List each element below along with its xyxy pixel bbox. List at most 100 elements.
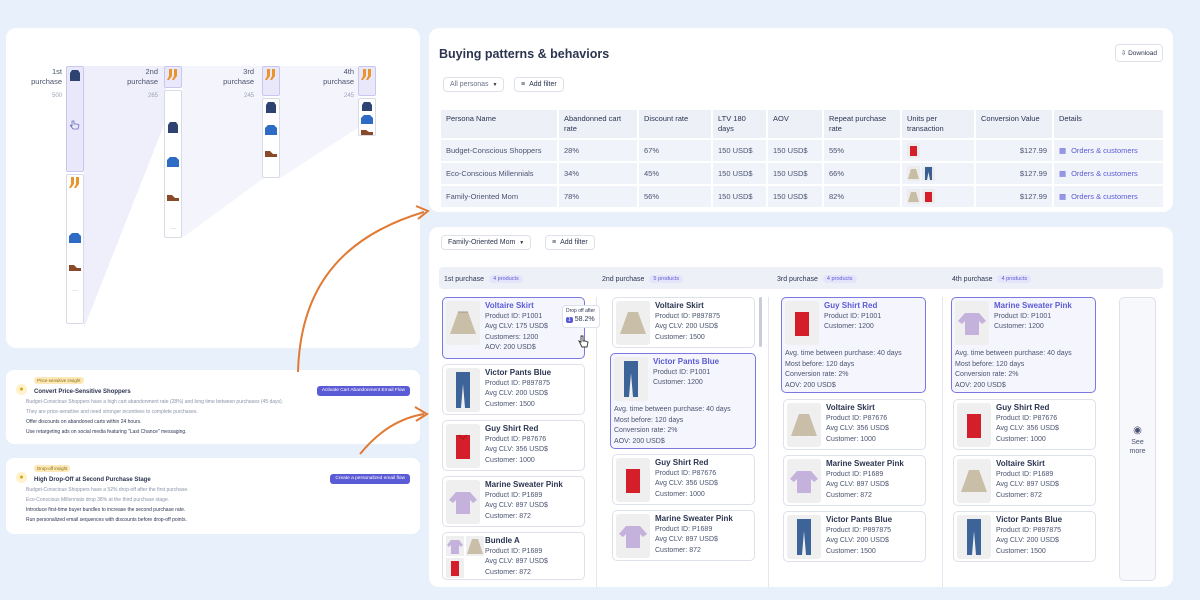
column-title: 4th purchase	[952, 275, 993, 283]
cell-discount: 67%	[639, 140, 711, 161]
cell-abandon: 78%	[559, 186, 637, 207]
product-id: Product ID: P1001	[824, 312, 882, 320]
product-name: Victor Pants Blue	[485, 368, 552, 377]
cell-abandon: 34%	[559, 163, 637, 184]
cell-repeat: 82%	[824, 186, 900, 207]
cell-aov: 150 USD$	[768, 140, 822, 161]
cell-details[interactable]: ▦ Orders & customers	[1054, 186, 1163, 207]
sweater-image	[616, 514, 650, 558]
product-card-guy-shirt-selected[interactable]: Guy Shirt Red Product ID: P1001 Customer…	[781, 297, 926, 393]
persona-name: Eco-Conscious Millennials	[441, 163, 557, 184]
insight-tag: Price-sensitive insight	[34, 377, 84, 384]
flow-strip-3-bottom[interactable]	[262, 98, 280, 178]
flow-strip-4-top[interactable]	[358, 66, 376, 96]
product-id: Product ID: P1689	[485, 491, 543, 499]
table-row[interactable]: Budget-Conscious Shoppers 28% 67% 150 US…	[441, 140, 1163, 161]
add-filter-button[interactable]: ≡ Add filter	[545, 235, 595, 250]
col-repeat[interactable]: Repeat purchase rate	[824, 110, 900, 138]
product-id: Product ID: P1689	[485, 547, 543, 555]
download-label: Download	[1128, 50, 1157, 57]
orders-link[interactable]: Orders & customers	[1071, 146, 1138, 155]
add-filter-label: Add filter	[529, 81, 557, 88]
shirt-image	[957, 403, 991, 447]
product-aov: AOV: 200 USD$	[485, 344, 536, 351]
col-conversion[interactable]: Conversion Value	[976, 110, 1052, 138]
add-filter-button[interactable]: ≡ Add filter	[514, 77, 564, 92]
product-id: Product ID: P897875	[655, 312, 720, 320]
product-card-voltaire-skirt[interactable]: Voltaire Skirt Product ID: P87676 Avg CL…	[783, 399, 926, 450]
chevron-down-icon: ▼	[492, 81, 498, 88]
product-card-voltaire-skirt[interactable]: Voltaire Skirt Product ID: P897875 Avg C…	[612, 297, 755, 348]
product-name: Marine Sweater Pink	[485, 480, 563, 489]
cell-abandon: 28%	[559, 140, 637, 161]
flow-strip-4-bottom[interactable]	[358, 98, 376, 136]
flow-strip-3-top[interactable]	[262, 66, 280, 96]
product-customers: Customer: 1200	[994, 323, 1044, 330]
persona-select[interactable]: All personas ▼	[443, 77, 505, 92]
product-card-marine-sweater[interactable]: Marine Sweater Pink Product ID: P1689 Av…	[783, 455, 926, 506]
hand-cursor-icon	[69, 120, 80, 130]
product-card-guy-shirt[interactable]: Guy Shirt Red Product ID: P87676 Avg CLV…	[442, 420, 585, 471]
flow-strip-2-top[interactable]	[164, 66, 182, 88]
product-id: Product ID: P1689	[655, 525, 713, 533]
product-count-badge: 5 products	[649, 275, 684, 283]
product-card-marine-sweater[interactable]: Marine Sweater Pink Product ID: P1689 Av…	[612, 510, 755, 561]
col-ltv[interactable]: LTV 180 days	[713, 110, 766, 138]
product-card-guy-shirt[interactable]: Guy Shirt Red Product ID: P87676 Avg CLV…	[612, 454, 755, 505]
download-button[interactable]: ⇩ Download	[1114, 44, 1163, 62]
column-title: 2nd purchase	[602, 275, 645, 283]
create-email-flow-button[interactable]: Create a personalized email flow	[330, 474, 410, 484]
flow-col-1: 1st purchase 500	[31, 67, 62, 99]
product-clv: Avg CLV: 897 USD$	[826, 481, 889, 488]
product-card-voltaire-skirt[interactable]: Voltaire Skirt Product ID: P1689 Avg CLV…	[953, 455, 1096, 506]
lightbulb-icon: ●	[16, 472, 27, 483]
product-card-guy-shirt[interactable]: Guy Shirt Red Product ID: P87676 Avg CLV…	[953, 399, 1096, 450]
activate-flow-button[interactable]: Activate Cart Abandonment Email Flow	[316, 386, 410, 396]
scrollbar[interactable]	[759, 297, 762, 347]
see-more-label: See more	[1129, 439, 1146, 455]
flow-strip-1-bottom[interactable]: ···	[66, 174, 84, 324]
product-customers: Customer: 872	[826, 491, 872, 499]
product-id: Product ID: P897875	[996, 526, 1061, 534]
persona-select[interactable]: Family-Oriented Mom ▼	[441, 235, 532, 250]
persona-name: Budget-Conscious Shoppers	[441, 140, 557, 161]
product-card-bundle-a[interactable]: Bundle A Product ID: P1689 Avg CLV: 897 …	[442, 532, 585, 580]
product-card-marine-sweater-selected[interactable]: Marine Sweater Pink Product ID: P1001 Cu…	[951, 297, 1096, 393]
col-abandon[interactable]: Abandonned cart rate	[559, 110, 637, 138]
grid-icon: ▦	[1059, 169, 1067, 178]
see-more-button[interactable]: ◉ See more	[1119, 297, 1156, 581]
col-details[interactable]: Details	[1054, 110, 1163, 138]
product-card-victor-pants[interactable]: Victor Pants Blue Product ID: P897875 Av…	[953, 511, 1096, 562]
patterns-table: Persona Name Abandonned cart rate Discou…	[439, 108, 1165, 209]
column-title: 1st purchase	[444, 275, 485, 283]
socks-icon	[167, 69, 177, 80]
socks-icon	[361, 69, 371, 80]
product-card-victor-pants[interactable]: Victor Pants Blue Product ID: P897875 Av…	[783, 511, 926, 562]
product-clv: Avg CLV: 897 USD$	[655, 536, 718, 543]
product-card-marine-sweater[interactable]: Marine Sweater Pink Product ID: P1689 Av…	[442, 476, 585, 527]
table-row[interactable]: Family-Oriented Mom 78% 56% 150 USD$ 150…	[441, 186, 1163, 207]
col-units[interactable]: Units per transaction	[902, 110, 974, 138]
product-customers: Customer: 1500	[485, 400, 535, 408]
product-card-victor-pants-selected[interactable]: Victor Pants Blue Product ID: P1001 Cust…	[610, 353, 756, 449]
col-persona[interactable]: Persona Name	[441, 110, 557, 138]
product-card-victor-pants[interactable]: Victor Pants Blue Product ID: P897875 Av…	[442, 364, 585, 415]
cell-details[interactable]: ▦ Orders & customers	[1054, 163, 1163, 184]
orders-link[interactable]: Orders & customers	[1071, 192, 1138, 201]
cell-details[interactable]: ▦ Orders & customers	[1054, 140, 1163, 161]
product-customers: Customer: 872	[996, 491, 1042, 499]
flow-strip-2-bottom[interactable]: ···	[164, 90, 182, 238]
orders-link[interactable]: Orders & customers	[1071, 169, 1138, 178]
filter-icon: ≡	[521, 81, 526, 88]
insight-tip: Introduce first-time buyer bundles to in…	[26, 507, 186, 513]
col-discount[interactable]: Discount rate	[639, 110, 711, 138]
table-row[interactable]: Eco-Conscious Millennials 34% 45% 150 US…	[441, 163, 1163, 184]
product-customers: Customer: 1200	[653, 379, 703, 386]
product-name: Guy Shirt Red	[485, 424, 539, 433]
more-indicator: ···	[170, 226, 176, 232]
shirt-image	[446, 424, 480, 468]
sweater-image	[446, 480, 480, 524]
col-aov[interactable]: AOV	[768, 110, 822, 138]
flow-strip-1-top[interactable]	[66, 66, 84, 172]
purchase-flow-card: 1st purchase 500 2nd purchase 265 3rd purchas…	[6, 28, 420, 348]
